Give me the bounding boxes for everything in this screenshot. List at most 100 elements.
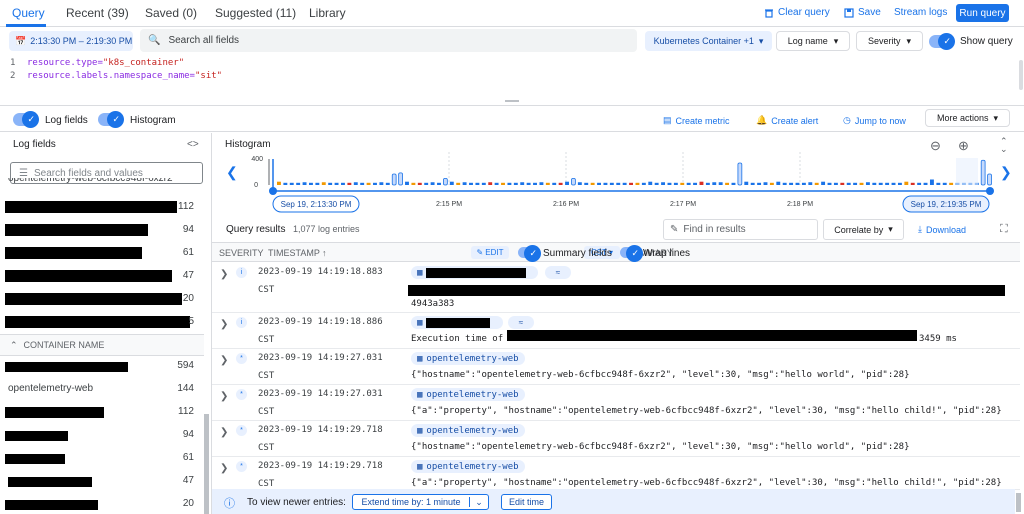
tab-saved[interactable]: Saved (0) (145, 6, 197, 20)
log-field-value-row[interactable]: 5 (0, 312, 204, 334)
create-alert-button[interactable]: 🔔 Create alert (756, 115, 818, 126)
show-query-label: Show query (960, 36, 1013, 47)
redacted-value (426, 267, 527, 278)
check-icon: ✓ (631, 248, 639, 258)
wrap-lines-toggle[interactable]: ✓ (620, 245, 643, 262)
timestamp-column-header[interactable]: TIMESTAMP (268, 248, 320, 258)
resource-chip[interactable]: ▦ opentelemetry-web (411, 460, 525, 473)
histogram-bar (603, 182, 608, 185)
tab-library[interactable]: Library (309, 6, 346, 20)
log-field-value-row[interactable]: 47 (0, 266, 204, 288)
expand-row-icon[interactable]: ❯ (220, 463, 228, 474)
histogram-bar (942, 182, 947, 185)
more-actions-dropdown[interactable]: More actions ▾ (925, 109, 1010, 127)
log-message-chip[interactable]: ≈ (508, 316, 534, 329)
expand-row-icon[interactable]: ❯ (220, 391, 228, 402)
log-field-value-row[interactable]: 20 (0, 289, 204, 311)
histogram-bar (321, 182, 326, 185)
log-message-chip[interactable]: ≈ (545, 266, 571, 279)
container-name-row[interactable]: 94 (0, 425, 204, 447)
clear-query-button[interactable]: Clear query (764, 7, 830, 18)
default-severity-icon: * (236, 461, 247, 472)
log-row[interactable]: ❯ i 2023-09-19 14:19:18.886 CST ▦ ≈ Exec… (212, 313, 1020, 349)
run-query-button[interactable]: Run query (956, 4, 1009, 22)
severity-dropdown[interactable]: Severity ▾ (856, 31, 923, 51)
container-name-section-header[interactable]: ⌃ CONTAINER NAME (0, 334, 204, 356)
log-row[interactable]: ❯ * 2023-09-19 14:19:27.031 CST ▦ opente… (212, 349, 1020, 385)
log-timezone: CST (258, 479, 275, 489)
container-name-row[interactable]: 20 (0, 494, 204, 514)
container-name-row[interactable]: 594 (0, 356, 204, 378)
resource-chip[interactable]: ▦ opentelemetry-web (411, 388, 525, 401)
bell-icon: 🔔 (756, 115, 768, 125)
log-row[interactable]: ❯ i 2023-09-19 14:19:18.883 CST ▦ ≈ 4943… (212, 263, 1020, 313)
log-field-value-row[interactable]: 94 (0, 220, 204, 242)
search-all-fields-input[interactable]: 🔍 Search all fields (140, 29, 637, 52)
tab-recent[interactable]: Recent (39) (66, 6, 129, 20)
histogram-bar (949, 182, 954, 185)
expand-row-icon[interactable]: ❯ (220, 355, 228, 366)
log-fields-toggle[interactable]: ✓ (13, 111, 39, 128)
log-fields-scrollbar[interactable] (204, 414, 209, 514)
container-name-row[interactable]: 47 (0, 471, 204, 493)
save-button[interactable]: Save (844, 7, 881, 18)
edit-time-button[interactable]: Edit time (501, 494, 552, 510)
resource-chip-label: opentelemetry-web (426, 389, 519, 400)
histogram-toggle[interactable]: ✓ (98, 111, 124, 128)
correlate-by-dropdown[interactable]: Correlate by ▾ (823, 219, 904, 240)
download-button[interactable]: ⤓ Download (918, 224, 966, 235)
severity-column-header[interactable]: SEVERITY (219, 248, 264, 258)
resource-chip[interactable]: ▦ (411, 316, 503, 329)
log-row[interactable]: ❯ * 2023-09-19 14:19:29.718 CST ▦ opente… (212, 457, 1020, 490)
resource-chip[interactable]: ▦ (411, 266, 538, 279)
log-field-value-row[interactable]: 61 (0, 243, 204, 265)
container-name-row[interactable]: 61 (0, 448, 204, 470)
query-editor[interactable]: 1 resource.type="k8s_container" 2 resour… (0, 56, 1024, 106)
resource-chip[interactable]: ▦ opentelemetry-web (411, 352, 525, 365)
summary-fields-toggle[interactable]: ✓ (518, 245, 541, 262)
histogram-next-icon[interactable]: ❯ (1000, 164, 1012, 181)
results-scrollbar[interactable] (1016, 493, 1021, 512)
editor-resize-handle[interactable] (505, 100, 519, 102)
tab-query[interactable]: Query (12, 6, 45, 20)
expand-row-icon[interactable]: ❯ (220, 269, 228, 280)
expand-row-icon[interactable]: ❯ (220, 427, 228, 438)
time-range-button[interactable]: 📅 2:13:30 PM – 2:19:30 PM (9, 31, 133, 51)
expand-row-icon[interactable]: ❯ (220, 319, 228, 330)
log-name-dropdown[interactable]: Log name ▾ (776, 31, 850, 51)
results-column-header: SEVERITY TIMESTAMP ↑ CST ▾ SUMMARY ✎ EDI… (212, 242, 1020, 262)
log-field-value-row[interactable]: 112 (0, 197, 204, 219)
sort-arrow-icon[interactable]: ↑ (322, 248, 327, 258)
range-end-label: Sep 19, 2:19:35 PM (911, 200, 982, 209)
histogram-bar (865, 182, 870, 185)
resource-chip[interactable]: ▦ opentelemetry-web (411, 424, 525, 437)
jump-to-now-button[interactable]: ◷ Jump to now (843, 115, 906, 126)
log-row[interactable]: ❯ * 2023-09-19 14:19:29.718 CST ▦ opente… (212, 421, 1020, 457)
query-key: resource.type= (27, 58, 103, 68)
log-timestamp: 2023-09-19 14:19:29.718 (258, 461, 383, 471)
edit-summary-button[interactable]: ✎ EDIT (471, 246, 509, 259)
extend-time-button[interactable]: Extend time by: 1 minute ⌄ (352, 494, 489, 510)
create-metric-button[interactable]: ▤ Create metric (663, 115, 730, 126)
container-name-row[interactable]: 112 (0, 402, 204, 424)
stream-logs-button[interactable]: Stream logs (894, 7, 947, 18)
find-placeholder: Find in results (683, 224, 746, 235)
container-name-row[interactable]: opentelemetry-web 144 (0, 379, 204, 401)
find-in-results-input[interactable]: ✎ Find in results (663, 219, 818, 240)
editor-scrollbar[interactable] (1019, 60, 1023, 90)
histogram-prev-icon[interactable]: ❮ (226, 164, 238, 181)
histogram-bar (328, 182, 333, 185)
resource-filter-chip[interactable]: Kubernetes Container +1 ▾ (645, 31, 772, 51)
log-summary: {"a":"property", "hostname":"opentelemet… (411, 478, 1002, 488)
log-row[interactable]: ❯ * 2023-09-19 14:19:27.031 CST ▦ opente… (212, 385, 1020, 421)
fullscreen-icon[interactable]: ⛶ (1000, 223, 1008, 236)
caret-down-icon[interactable]: ⌄ (470, 497, 488, 508)
histogram-bar (353, 182, 358, 185)
x-axis-tick-label: 2:17 PM (670, 201, 696, 208)
tab-suggested[interactable]: Suggested (11) (215, 6, 296, 20)
histogram-bar (283, 182, 288, 185)
query-line: resource.labels.namespace_name="sit" (27, 71, 222, 81)
histogram-bar (558, 182, 563, 185)
show-query-toggle[interactable]: ✓ (929, 33, 955, 50)
collapse-panel-icon[interactable]: <> (187, 139, 199, 150)
